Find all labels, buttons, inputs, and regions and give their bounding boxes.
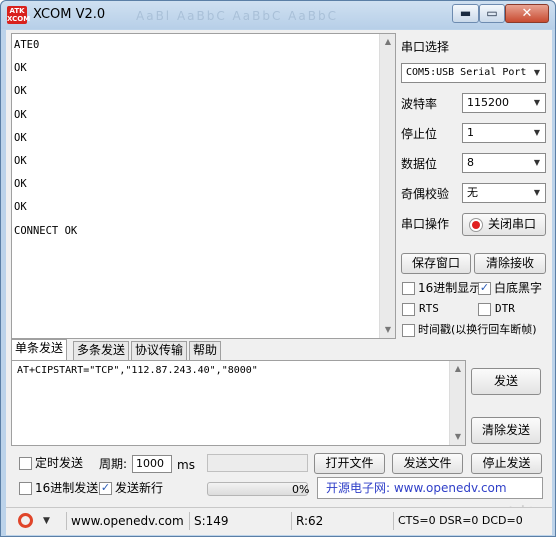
minimize-button[interactable]: ▬ [452, 4, 479, 23]
status-sent-count: S:149 [190, 512, 292, 530]
receive-line: ATE0 [14, 39, 40, 51]
receive-line: OK [14, 178, 27, 191]
app-window: ATK XCOM XCOM V2.0 AaBl AaBbC AaBbC AaBb… [0, 0, 556, 537]
scroll-up-icon[interactable]: ▲ [450, 361, 466, 377]
send-text: AT+CIPSTART="TCP","112.87.243.40","8000" [17, 365, 258, 376]
clear-send-button[interactable]: 清除发送 [471, 417, 541, 444]
stop-bits-value: 1 [467, 126, 474, 139]
scroll-down-icon[interactable]: ▼ [380, 322, 396, 338]
receive-line: OK [14, 201, 27, 214]
period-value: 1000 [136, 457, 164, 470]
chevron-down-icon: ▼ [533, 188, 541, 197]
send-newline-checkbox[interactable]: ✓ [99, 481, 112, 495]
minimize-icon: ▬ [459, 6, 472, 20]
status-bar: ▼ www.openedv.com S:149 R:62 CTS=0 DSR=0… [6, 507, 552, 533]
port-status-icon [469, 218, 483, 232]
tab-single-send[interactable]: 单条发送 [11, 339, 68, 360]
port-select[interactable]: COM5:USB Serial Port ▼ [401, 63, 546, 83]
parity-value: 无 [467, 186, 478, 199]
clear-receive-button[interactable]: 清除接收 [474, 253, 546, 274]
data-bits-value: 8 [467, 156, 474, 169]
app-logo-icon: ATK XCOM [7, 6, 31, 24]
receive-line: OK [14, 154, 27, 167]
tab-help[interactable]: 帮助 [189, 341, 222, 360]
status-line-signals: CTS=0 DSR=0 DCD=0 [398, 514, 523, 527]
stop-send-button[interactable]: 停止发送 [471, 453, 542, 474]
rts-checkbox[interactable] [402, 303, 415, 316]
hex-send-checkbox[interactable] [19, 482, 32, 495]
tab-protocol[interactable]: 协议传输 [131, 341, 188, 360]
data-bits-label: 数据位 [401, 157, 438, 171]
receive-line: CONNECT OK [14, 224, 78, 237]
dtr-label: DTR [495, 302, 515, 315]
port-select-value: COM5:USB Serial Port [406, 67, 527, 78]
promo-banner: 开源电子网: www.openedv.com [317, 477, 543, 499]
send-file-button[interactable]: 发送文件 [392, 453, 463, 474]
progress-percent: 0% [292, 483, 310, 496]
close-button[interactable]: ✕ [505, 4, 549, 23]
send-button[interactable]: 发送 [471, 368, 541, 395]
baud-rate-value: 115200 [467, 96, 509, 109]
white-bg-label: 白底黑字 [494, 281, 543, 295]
white-bg-checkbox[interactable]: ✓ [478, 281, 491, 295]
open-file-button[interactable]: 打开文件 [314, 453, 385, 474]
chevron-down-icon: ▼ [533, 68, 541, 77]
checkmark-icon: ✓ [100, 481, 111, 494]
data-bits-select[interactable]: 8 ▼ [462, 153, 546, 173]
send-textarea[interactable]: AT+CIPSTART="TCP","112.87.243.40","8000"… [11, 360, 466, 446]
close-icon: ✕ [521, 6, 533, 21]
receive-line: OK [14, 108, 27, 121]
baud-rate-label: 波特率 [401, 97, 438, 111]
tab-multi-send[interactable]: 多条发送 [73, 341, 130, 360]
receive-line: OK [14, 85, 27, 98]
parity-label: 奇偶校验 [401, 187, 450, 201]
timed-send-label: 定时发送 [35, 456, 84, 470]
hex-send-label: 16进制发送 [35, 481, 99, 495]
period-label: 周期: [99, 457, 128, 471]
stop-bits-select[interactable]: 1 ▼ [462, 123, 546, 143]
rts-label: RTS [419, 302, 439, 315]
close-port-button[interactable]: 关闭串口 [462, 213, 546, 236]
timestamp-label: 时间戳(以换行回车断帧) [418, 323, 537, 336]
title-bar-background-text: AaBl AaBbC AaBbC AaBbC [136, 9, 338, 23]
hex-display-label: 16进制显示 [418, 281, 482, 295]
stop-bits-label: 停止位 [401, 127, 438, 141]
parity-select[interactable]: 无 ▼ [462, 183, 546, 203]
save-window-button[interactable]: 保存窗口 [401, 253, 471, 274]
timestamp-checkbox[interactable] [402, 324, 415, 337]
period-input[interactable]: 1000 [132, 455, 172, 473]
gear-icon [18, 513, 33, 528]
title-bar[interactable]: ATK XCOM XCOM V2.0 AaBl AaBbC AaBbC AaBb… [1, 1, 555, 29]
scroll-up-icon[interactable]: ▲ [380, 34, 396, 50]
send-newline-label: 发送新行 [115, 481, 164, 495]
port-operation-label: 串口操作 [401, 217, 450, 231]
scroll-down-icon[interactable]: ▼ [450, 429, 466, 445]
port-select-label: 串口选择 [401, 40, 450, 54]
status-url[interactable]: www.openedv.com [66, 512, 190, 530]
file-path-field[interactable] [207, 454, 308, 472]
receive-scrollbar[interactable]: ▲ ▼ [379, 34, 395, 338]
dtr-checkbox[interactable] [478, 303, 491, 316]
chevron-down-icon: ▼ [533, 98, 541, 107]
close-port-label: 关闭串口 [487, 217, 536, 231]
status-received-count: R:62 [292, 512, 394, 530]
hex-display-checkbox[interactable] [402, 282, 415, 295]
receive-lines: ATE0 OK OK OK OK OK OK OK CONNECT OK [14, 39, 77, 248]
chevron-down-icon: ▼ [533, 158, 541, 167]
period-unit: ms [177, 458, 195, 472]
chevron-down-icon: ▼ [43, 516, 50, 526]
chevron-down-icon: ▼ [533, 128, 541, 137]
timed-send-checkbox[interactable] [19, 457, 32, 470]
checkmark-icon: ✓ [479, 281, 490, 294]
receive-line: OK [14, 62, 27, 75]
receive-line: OK [14, 131, 27, 144]
settings-gear-button[interactable]: ▼ [10, 512, 62, 530]
baud-rate-select[interactable]: 115200 ▼ [462, 93, 546, 113]
window-title: XCOM V2.0 [33, 7, 106, 22]
receive-textarea[interactable]: ATE0 OK OK OK OK OK OK OK CONNECT OK ▲ ▼ [11, 33, 396, 339]
maximize-button[interactable]: ▭ [479, 4, 505, 23]
client-area: ATE0 OK OK OK OK OK OK OK CONNECT OK ▲ ▼… [6, 30, 552, 535]
send-scrollbar[interactable]: ▲ ▼ [449, 361, 465, 445]
maximize-icon: ▭ [486, 6, 498, 20]
